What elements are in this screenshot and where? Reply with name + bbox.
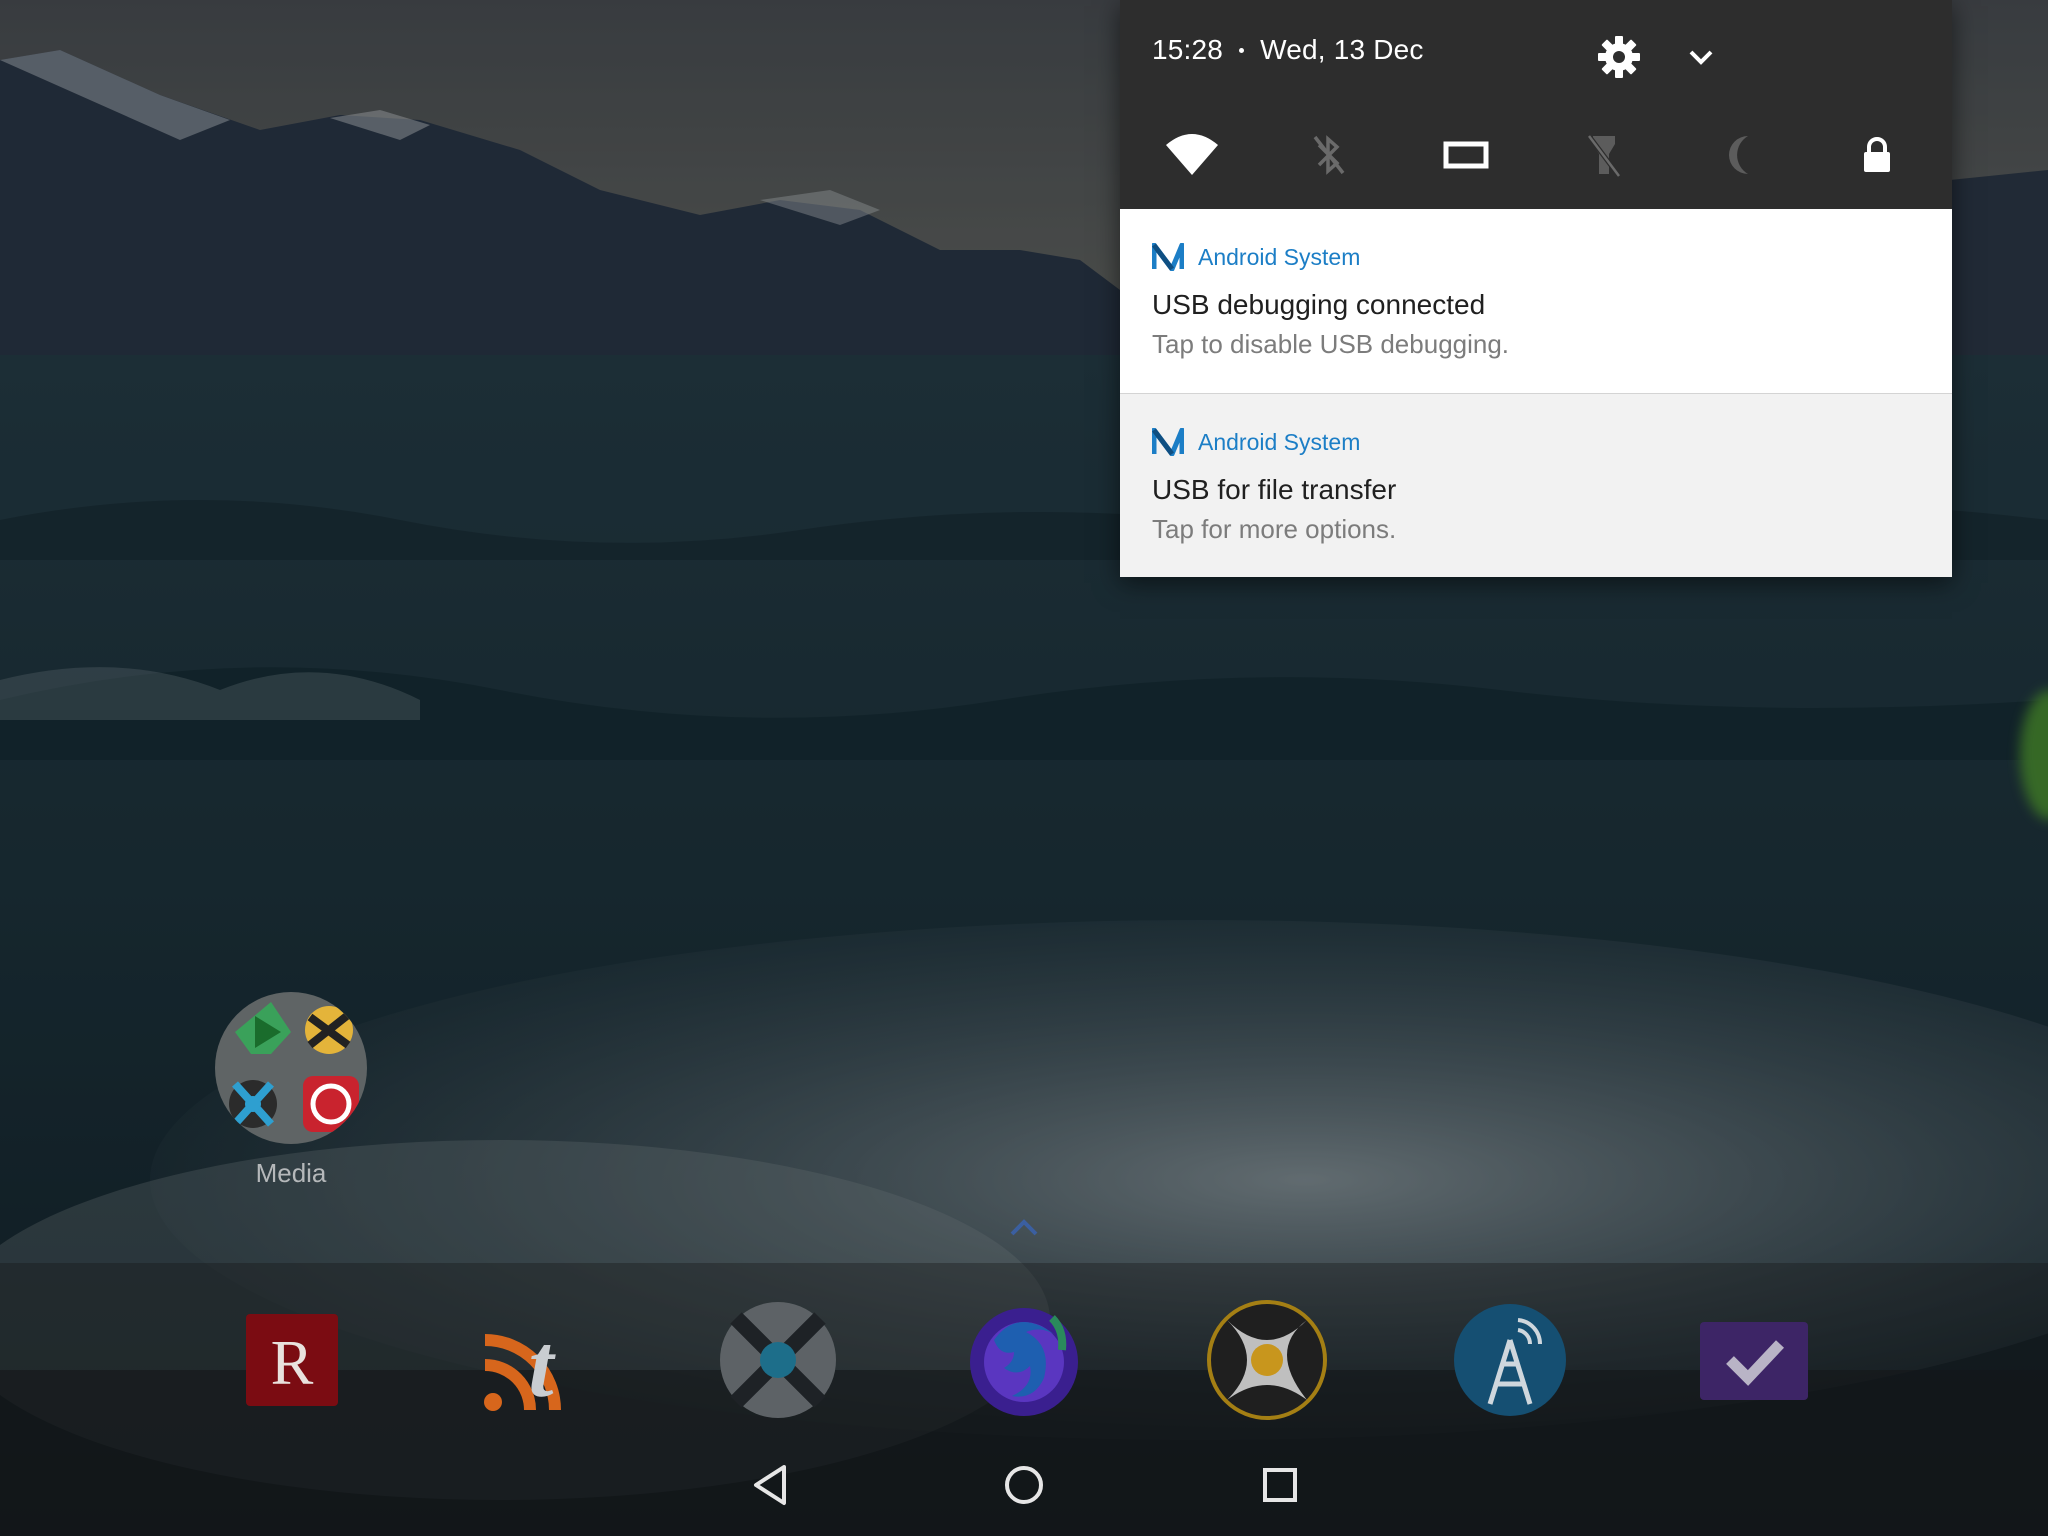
flashlight-off-icon[interactable] [1563, 125, 1643, 185]
bluetooth-off-icon[interactable] [1289, 125, 1369, 185]
r-app-icon[interactable]: R [232, 1300, 352, 1420]
media-folder-label: Media [255, 1158, 327, 1188]
media-folder[interactable] [215, 992, 367, 1144]
lock-icon[interactable] [1837, 125, 1917, 185]
home-icon[interactable] [984, 1450, 1064, 1520]
quick-settings-row [1120, 125, 1952, 185]
wifi-icon[interactable] [1152, 125, 1232, 185]
notification-title: USB debugging connected [1152, 289, 1486, 320]
notification-title: USB for file transfer [1152, 474, 1397, 505]
notification-text: Tap for more options. [1152, 514, 1397, 544]
notification-app-name: Android System [1198, 243, 1361, 270]
clock-time: 15:28 [1152, 34, 1224, 65]
notification-app-name: Android System [1198, 428, 1361, 455]
notification-usb-file-transfer[interactable]: Android System USB for file transfer Tap… [1120, 394, 1952, 577]
svg-text:t: t [528, 1317, 556, 1416]
firefox-nightly-icon[interactable] [964, 1300, 1084, 1420]
app-drawer-arrow-icon[interactable] [1008, 1218, 1040, 1238]
date-text: Wed, 13 Dec [1260, 34, 1424, 65]
x-player-app-icon[interactable] [718, 1300, 838, 1420]
antenna-app-icon[interactable] [1450, 1300, 1570, 1420]
android-system-icon [1152, 243, 1184, 271]
android-system-icon [1152, 428, 1184, 456]
rss-t-app-icon[interactable]: t [475, 1300, 595, 1420]
separator-dot [1239, 47, 1245, 53]
notification-shade: 15:28 Wed, 13 Dec Android System USB deb… [1120, 0, 1952, 577]
navigation-bar [0, 1436, 2048, 1536]
settings-gear-icon[interactable] [1592, 30, 1646, 84]
back-icon[interactable] [730, 1450, 810, 1520]
expand-chevron-icon[interactable] [1674, 30, 1728, 84]
notification-usb-debugging[interactable]: Android System USB debugging connected T… [1120, 209, 1952, 394]
checkmark-app-icon[interactable] [1694, 1300, 1814, 1420]
media-folder-icons [229, 1002, 359, 1132]
screen-rotation-icon[interactable] [1426, 125, 1506, 185]
notification-app-header: Android System [1152, 243, 1360, 271]
notification-text: Tap to disable USB debugging. [1152, 329, 1510, 359]
svg-text:R: R [271, 1327, 314, 1398]
recents-icon[interactable] [1240, 1450, 1320, 1520]
status-datetime[interactable]: 15:28 Wed, 13 Dec [1152, 34, 1424, 66]
notification-app-header: Android System [1152, 428, 1360, 456]
kodi-like-app-icon[interactable] [1207, 1300, 1327, 1420]
quick-settings-header: 15:28 Wed, 13 Dec [1120, 0, 1952, 209]
do-not-disturb-moon-icon[interactable] [1700, 125, 1780, 185]
